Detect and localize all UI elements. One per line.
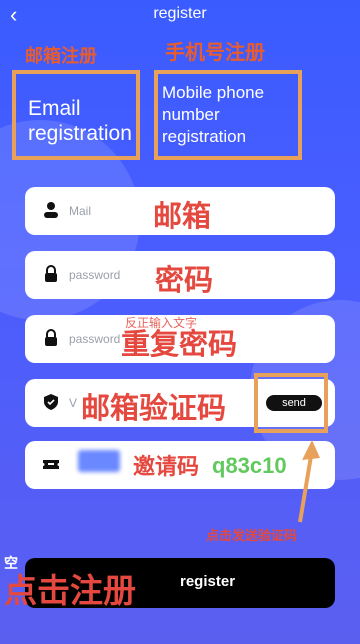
redacted-area xyxy=(78,450,120,472)
page-title: register xyxy=(153,5,207,22)
tab-label: Mobile phone number registration xyxy=(162,83,265,146)
invite-code-annotation: 邀请码 xyxy=(133,454,200,479)
ticket-icon xyxy=(43,460,59,469)
send-hint-annotation: 点击发送验证码 xyxy=(206,528,298,543)
password-placeholder: password xyxy=(69,268,121,282)
register-annotation: 点击注册 xyxy=(4,572,136,609)
password-field[interactable]: password 密码 xyxy=(25,251,335,299)
verify-code-annotation: 邮箱验证码 xyxy=(81,393,227,425)
mail-annotation: 邮箱 xyxy=(153,201,212,233)
email-tab-annotation: 邮箱注册 xyxy=(25,46,97,66)
confirm-password-note: 反正输入文字 xyxy=(125,316,198,330)
lock-icon xyxy=(45,265,57,282)
confirm-password-placeholder: password xyxy=(69,332,121,346)
register-label: register xyxy=(180,573,236,590)
tab-email-registration[interactable]: Email registration xyxy=(12,70,140,160)
send-button[interactable]: send xyxy=(266,395,322,411)
lock-icon xyxy=(45,329,57,346)
shield-icon xyxy=(44,394,58,410)
arrow-icon xyxy=(298,440,320,523)
verify-code-placeholder: V xyxy=(69,396,78,410)
password-annotation: 密码 xyxy=(155,265,214,297)
tab-phone-registration[interactable]: Mobile phone number registration xyxy=(154,70,302,160)
mail-placeholder: Mail xyxy=(69,204,92,218)
top-bar: ‹ register xyxy=(0,0,360,30)
phone-tab-annotation: 手机号注册 xyxy=(165,42,265,64)
mail-field[interactable]: Mail 邮箱 xyxy=(25,187,335,235)
tab-label: Email registration xyxy=(28,97,132,145)
user-icon xyxy=(44,202,58,218)
